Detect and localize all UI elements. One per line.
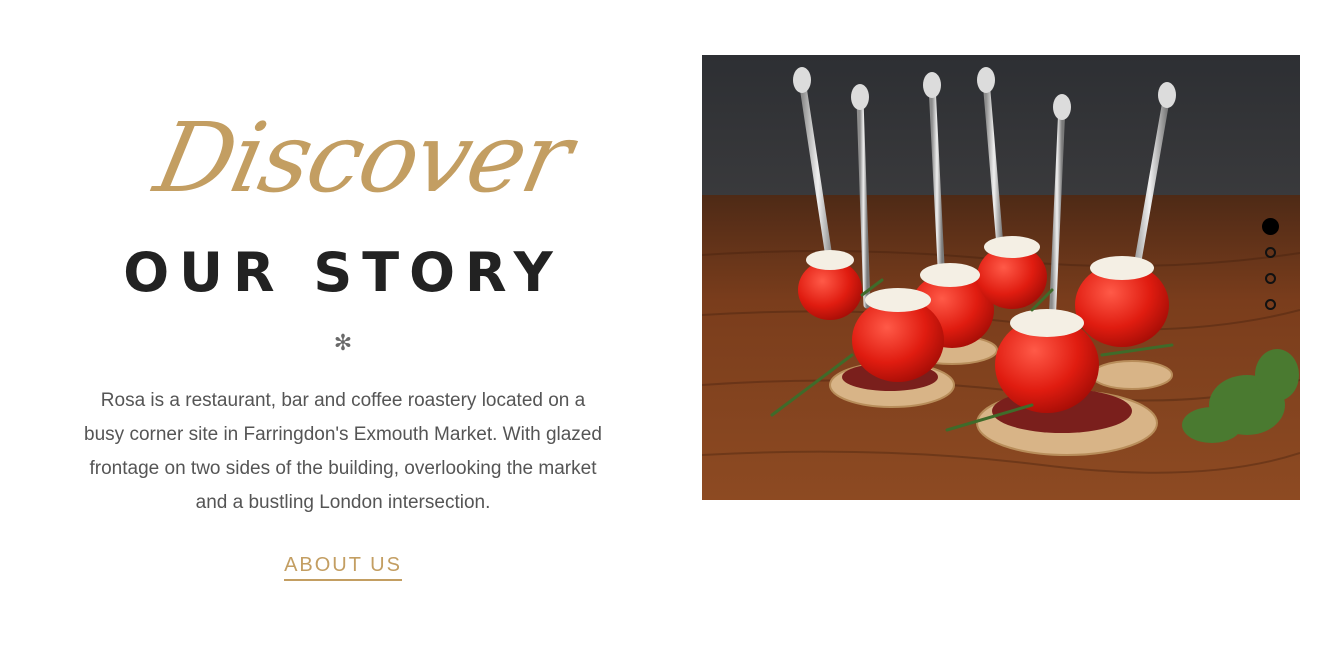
our-story-title: OUR STORY [123,241,563,304]
discover-script-heading: Discover [146,102,580,214]
food-photo-image [702,55,1300,500]
our-story-section: Discover OUR STORY ✻ Rosa is a restauran… [72,102,614,581]
slider-dot-2[interactable] [1264,247,1276,258]
story-heading: Discover OUR STORY [72,102,614,310]
slider-dot-3[interactable] [1264,273,1276,284]
story-description: Rosa is a restaurant, bar and coffee roa… [84,390,602,513]
slider-dot-4[interactable] [1264,299,1276,310]
slider-dot-1[interactable] [1261,218,1279,235]
about-us-link[interactable]: ABOUT US [284,554,402,581]
slider-pagination [1261,218,1279,325]
asterisk-divider-icon: ✻ [333,330,353,355]
image-slider [702,55,1300,500]
